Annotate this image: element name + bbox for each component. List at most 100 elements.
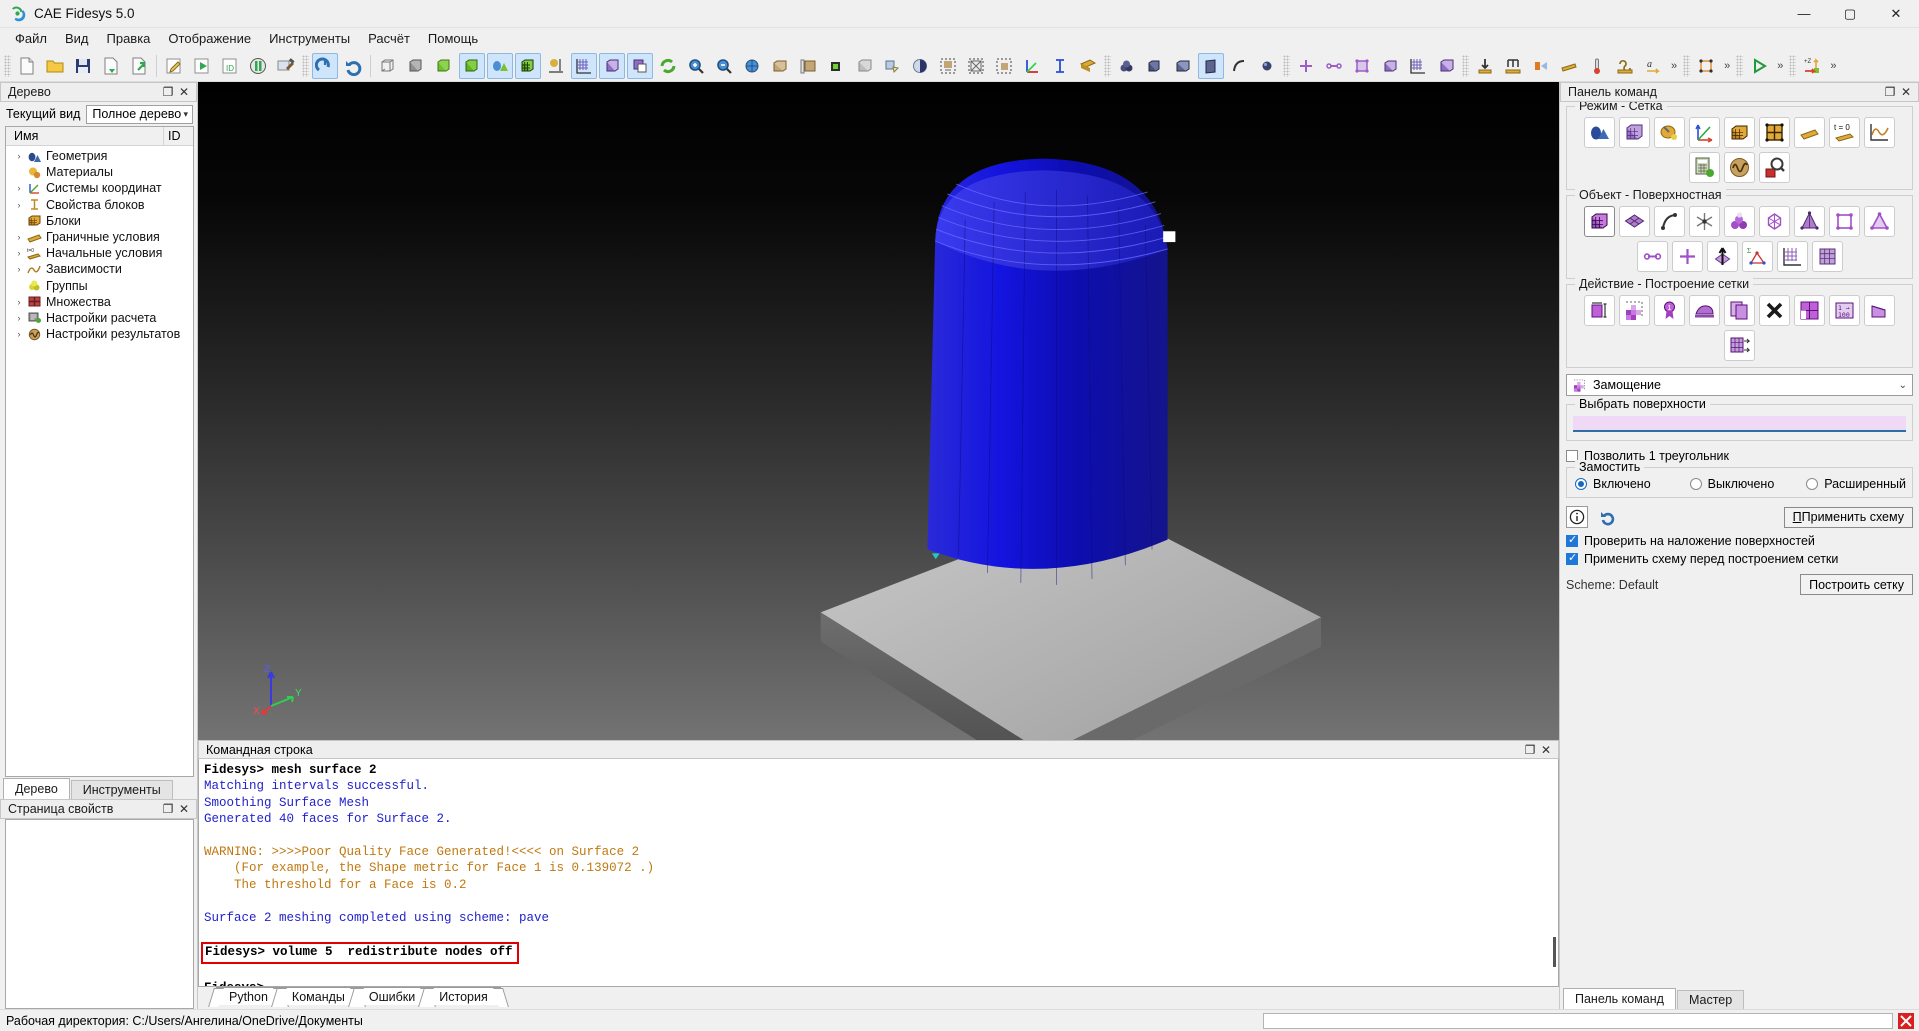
- tree-float-icon[interactable]: ❐: [160, 84, 176, 100]
- edge-icon[interactable]: [1321, 53, 1347, 79]
- select-node-icon[interactable]: [935, 53, 961, 79]
- pause-icon[interactable]: [245, 53, 271, 79]
- grid-lines-icon[interactable]: [1776, 241, 1808, 272]
- temperature-icon[interactable]: [1584, 53, 1610, 79]
- close-button[interactable]: ✕: [1873, 0, 1919, 28]
- sigma-node-icon[interactable]: Σ: [1741, 241, 1773, 272]
- command-panel-float-icon[interactable]: ❐: [1882, 84, 1898, 100]
- tree-item-sets[interactable]: › Множества: [6, 294, 193, 310]
- tree-item-coordinate-systems[interactable]: › Системы координат: [6, 180, 193, 196]
- expand-arrow-icon[interactable]: ›: [12, 329, 26, 339]
- node-cross-icon[interactable]: [1671, 241, 1703, 272]
- play-journal-icon[interactable]: [189, 53, 215, 79]
- save-icon[interactable]: [70, 53, 96, 79]
- ruler-icon[interactable]: [795, 53, 821, 79]
- volume-mesh-icon[interactable]: [1584, 206, 1615, 237]
- boundary-plate-icon[interactable]: [1794, 117, 1825, 148]
- vertex-group-icon[interactable]: [1114, 53, 1140, 79]
- tree-item-solver-settings[interactable]: › Настройки расчета: [6, 310, 193, 326]
- tree-item-materials[interactable]: Материалы: [6, 164, 193, 180]
- expand-arrow-icon[interactable]: ›: [12, 297, 26, 307]
- pick-surfaces-input[interactable]: [1573, 416, 1906, 432]
- beam-property-icon[interactable]: [1047, 53, 1073, 79]
- command-panel-close-icon[interactable]: ✕: [1898, 84, 1914, 100]
- expand-arrow-icon[interactable]: ›: [12, 264, 26, 274]
- check-overlap-row[interactable]: Проверить на наложение поверхностей: [1566, 533, 1913, 548]
- toolbar-grip-8[interactable]: [1789, 54, 1797, 77]
- tree-view-combo[interactable]: Полное дерево ▾: [86, 104, 193, 124]
- mesh-mode-icon[interactable]: [515, 52, 541, 79]
- import-icon[interactable]: [98, 53, 124, 79]
- toolbar-grip-6[interactable]: [1683, 54, 1691, 77]
- gravity-icon[interactable]: [543, 53, 569, 79]
- new-file-icon[interactable]: [14, 53, 40, 79]
- tri-icon[interactable]: [1864, 206, 1895, 237]
- tab-tools[interactable]: Инструменты: [70, 780, 173, 799]
- tree-item-initial-conditions[interactable]: › t=0 Начальные условия: [6, 245, 193, 261]
- properties-close-icon[interactable]: ✕: [176, 801, 192, 817]
- surface-mesh-icon[interactable]: [1619, 206, 1650, 237]
- quad-frame-icon[interactable]: [1829, 206, 1860, 237]
- toolbar-grip-7[interactable]: [1736, 54, 1744, 77]
- curve-icon[interactable]: [1226, 53, 1252, 79]
- pave-option-enabled[interactable]: Включено: [1575, 477, 1690, 491]
- run-solver-icon[interactable]: [1746, 53, 1772, 79]
- expand-arrow-icon[interactable]: ›: [12, 313, 26, 323]
- mesh-cube-icon[interactable]: [1619, 117, 1650, 148]
- properties-float-icon[interactable]: ❐: [160, 801, 176, 817]
- grid-icon[interactable]: [571, 52, 597, 79]
- console-output[interactable]: Fidesys> mesh surface 2 Matching interva…: [198, 759, 1559, 987]
- tree-col-name[interactable]: Имя: [6, 127, 163, 145]
- copy-mesh-icon[interactable]: [1724, 295, 1755, 326]
- mesh-tool-icon[interactable]: [1654, 117, 1685, 148]
- curve-mesh-icon[interactable]: [1654, 206, 1685, 237]
- info-icon[interactable]: [1566, 506, 1588, 528]
- grid-quad-icon[interactable]: [1759, 117, 1790, 148]
- composite-icon[interactable]: [627, 52, 653, 79]
- tab-wizard[interactable]: Мастер: [1676, 990, 1745, 1009]
- smooth-iron-icon[interactable]: [1689, 295, 1720, 326]
- tab-tree[interactable]: Дерево: [3, 778, 70, 799]
- power-reset-icon[interactable]: [312, 52, 338, 79]
- node-group-icon[interactable]: [1724, 206, 1755, 237]
- toolbar-overflow-3[interactable]: »: [1773, 60, 1787, 72]
- check-overlap-checkbox[interactable]: [1566, 533, 1578, 547]
- geometry-mode-icon[interactable]: [1584, 117, 1615, 148]
- zoom-fit-icon[interactable]: [739, 53, 765, 79]
- smooth-shade-icon[interactable]: [431, 53, 457, 79]
- volume-mesh-icon[interactable]: [1433, 53, 1459, 79]
- inspect-icon[interactable]: [1759, 152, 1790, 183]
- select-region-icon[interactable]: [991, 53, 1017, 79]
- block-cube-icon[interactable]: [1724, 117, 1755, 148]
- tab-commands[interactable]: Команды: [278, 987, 358, 1005]
- menu-file[interactable]: Файл: [6, 29, 56, 49]
- console-float-icon[interactable]: ❐: [1522, 742, 1538, 758]
- undo-icon[interactable]: [340, 53, 366, 79]
- menu-help[interactable]: Помощь: [419, 29, 487, 49]
- vertex-star-icon[interactable]: [1689, 206, 1720, 237]
- pave-option-extended[interactable]: Расширенный: [1806, 477, 1906, 491]
- submap-icon[interactable]: [1794, 295, 1825, 326]
- results-wave-icon[interactable]: [1724, 152, 1755, 183]
- hidden-line-view-icon[interactable]: [403, 53, 429, 79]
- scheme-select[interactable]: Замощение ⌄: [1566, 374, 1913, 396]
- console-scrollbar[interactable]: [1553, 937, 1556, 967]
- menu-tools[interactable]: Инструменты: [260, 29, 359, 49]
- tab-command-panel[interactable]: Панель команд: [1563, 988, 1676, 1009]
- count-100-icon[interactable]: 1 → 100: [1829, 295, 1860, 326]
- scale-icon[interactable]: [767, 53, 793, 79]
- pave-disabled-radio[interactable]: [1689, 478, 1702, 490]
- toolbar-overflow-1[interactable]: »: [1667, 60, 1681, 72]
- material-icon[interactable]: [1075, 53, 1101, 79]
- toolbar-grip-5[interactable]: [1462, 54, 1469, 77]
- flat-shade-icon[interactable]: [459, 52, 485, 79]
- volume-icon[interactable]: [1142, 53, 1168, 79]
- mesh-block-icon[interactable]: [1811, 241, 1843, 272]
- build-hammer-icon[interactable]: [273, 53, 299, 79]
- fix-support-icon[interactable]: [1472, 53, 1498, 79]
- face-pick-icon[interactable]: [879, 53, 905, 79]
- z-axis-view-icon[interactable]: +Z: [1799, 53, 1825, 79]
- initial-condition-icon[interactable]: t = 0: [1829, 117, 1860, 148]
- hex-star-icon[interactable]: [1759, 206, 1790, 237]
- surface-solid-icon[interactable]: [1170, 53, 1196, 79]
